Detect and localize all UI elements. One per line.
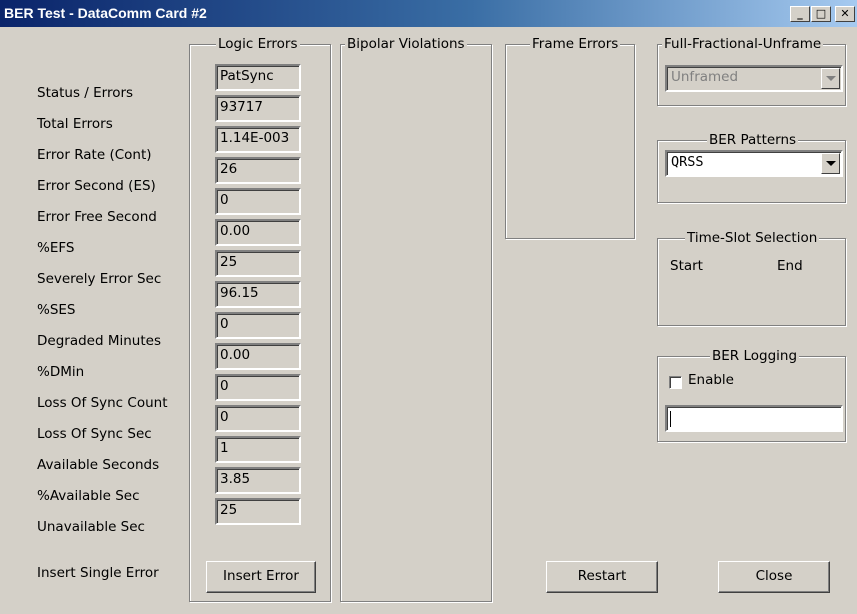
framing-select[interactable]: Unframed [665, 65, 843, 92]
unavailable-sec-value: 25 [215, 498, 301, 525]
time-slot-group: Time-Slot Selection [657, 230, 846, 326]
dmin-percent-value: 0.00 [215, 343, 301, 370]
frame-errors-title: Frame Errors [530, 36, 621, 52]
chevron-down-icon [826, 76, 836, 81]
loss-of-sync-sec-value: 0 [215, 405, 301, 432]
minimize-button[interactable]: _ [790, 6, 810, 22]
row-label-total-errors: Total Errors [37, 116, 113, 132]
ber-patterns-title: BER Patterns [707, 132, 799, 148]
available-percent-value: 3.85 [215, 467, 301, 494]
row-label-severely-error-sec: Severely Error Sec [37, 271, 162, 287]
logging-enable-label: Enable [688, 372, 734, 388]
close-window-button[interactable]: ✕ [835, 6, 855, 22]
row-label-efs-percent: %EFS [37, 240, 75, 256]
row-label-available-seconds: Available Seconds [37, 457, 160, 473]
row-label-loss-of-sync-sec: Loss Of Sync Sec [37, 426, 152, 442]
title-bar[interactable]: BER Test - DataComm Card #2 _ □ ✕ [0, 0, 857, 27]
row-label-degraded-minutes: Degraded Minutes [37, 333, 161, 349]
pattern-select-value: QRSS [671, 154, 704, 170]
insert-single-error-label: Insert Single Error [37, 565, 159, 581]
frame-errors-group: Frame Errors [505, 36, 635, 239]
pattern-select-arrow[interactable] [821, 153, 840, 174]
insert-error-button-label: Insert Error [223, 568, 299, 584]
framing-title: Full-Fractional-Unframe [662, 36, 824, 52]
severely-error-sec-value: 25 [215, 250, 301, 277]
time-slot-title: Time-Slot Selection [685, 230, 820, 246]
row-label-ses-percent: %SES [37, 302, 76, 318]
error-rate-value: 1.14E-003 [215, 126, 301, 153]
error-free-second-value: 0 [215, 188, 301, 215]
row-label-dmin-percent: %DMin [37, 364, 85, 380]
time-slot-start-label: Start [670, 258, 703, 274]
ber-logging-title: BER Logging [710, 348, 800, 364]
maximize-button[interactable]: □ [811, 6, 831, 22]
row-label-error-free-second: Error Free Second [37, 209, 157, 225]
loss-of-sync-count-value: 0 [215, 374, 301, 401]
framing-select-arrow[interactable] [821, 68, 840, 89]
window-title: BER Test - DataComm Card #2 [4, 5, 207, 21]
row-label-error-rate: Error Rate (Cont) [37, 147, 152, 163]
maximize-icon: □ [815, 7, 827, 20]
insert-error-button[interactable]: Insert Error [206, 561, 316, 593]
ses-percent-value: 96.15 [215, 281, 301, 308]
bipolar-violations-group: Bipolar Violations [340, 36, 492, 602]
efs-percent-value: 0.00 [215, 219, 301, 246]
error-second-value: 26 [215, 157, 301, 184]
minimize-icon: _ [797, 7, 803, 20]
close-icon: ✕ [840, 7, 850, 20]
time-slot-end-label: End [777, 258, 803, 274]
close-button[interactable]: Close [718, 561, 830, 593]
text-caret [670, 411, 671, 427]
framing-select-value: Unframed [671, 69, 739, 85]
row-label-error-second: Error Second (ES) [37, 178, 156, 194]
total-errors-value: 93717 [215, 95, 301, 122]
bipolar-violations-title: Bipolar Violations [345, 36, 467, 52]
available-seconds-value: 1 [215, 436, 301, 463]
row-label-unavailable-sec: Unavailable Sec [37, 519, 145, 535]
row-label-status-errors: Status / Errors [37, 85, 134, 101]
row-label-loss-of-sync-count: Loss Of Sync Count [37, 395, 168, 411]
status-errors-value: PatSync [215, 64, 301, 91]
chevron-down-icon [826, 161, 836, 166]
restart-button[interactable]: Restart [546, 561, 658, 593]
degraded-minutes-value: 0 [215, 312, 301, 339]
restart-button-label: Restart [577, 568, 627, 584]
logging-enable-checkbox[interactable] [669, 376, 682, 389]
row-label-available-percent: %Available Sec [37, 488, 140, 504]
logic-errors-title: Logic Errors [216, 36, 300, 52]
logging-filename-input[interactable] [665, 405, 843, 432]
ber-test-window: BER Test - DataComm Card #2 _ □ ✕ Status… [0, 0, 857, 614]
close-button-label: Close [755, 568, 793, 584]
pattern-select[interactable]: QRSS [665, 150, 843, 177]
